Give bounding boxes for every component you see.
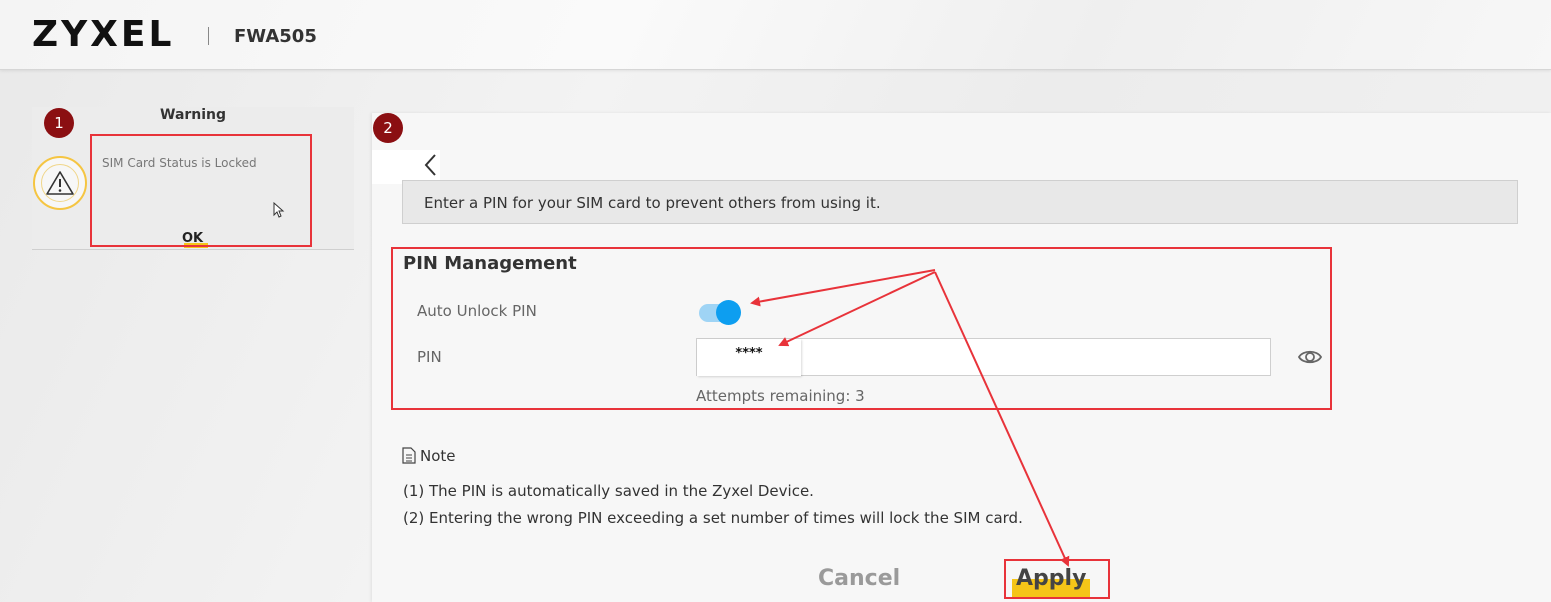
annotation-arrows [750, 269, 1070, 567]
